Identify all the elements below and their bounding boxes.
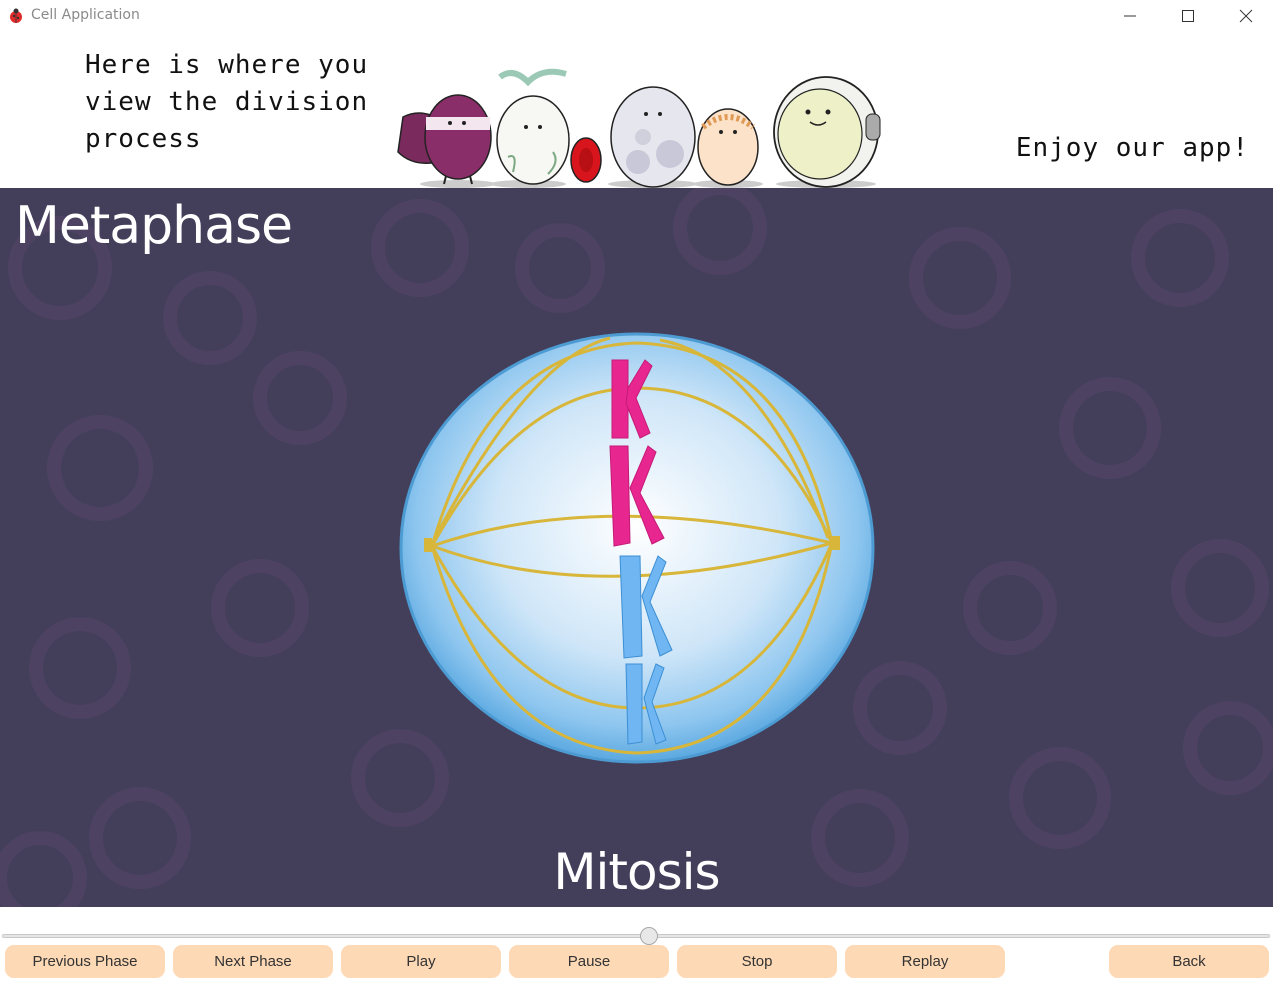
- header: Here is where you view the division proc…: [0, 32, 1273, 188]
- progress-slider[interactable]: [2, 927, 1270, 945]
- minimize-button[interactable]: [1101, 0, 1159, 32]
- enjoy-text: Enjoy our app!: [1015, 133, 1249, 163]
- pause-button[interactable]: Pause: [509, 945, 669, 978]
- stop-button[interactable]: Stop: [677, 945, 837, 978]
- next-phase-button[interactable]: Next Phase: [173, 945, 333, 978]
- centrosome-left: [424, 538, 432, 552]
- maximize-icon: [1182, 10, 1194, 22]
- close-button[interactable]: [1217, 0, 1273, 32]
- minimize-icon: [1124, 15, 1136, 17]
- cell-mascots-illustration: [397, 68, 881, 188]
- back-button[interactable]: Back: [1109, 945, 1269, 978]
- window-title: Cell Application: [31, 7, 140, 23]
- slider-thumb[interactable]: [639, 927, 658, 945]
- intro-text: Here is where you view the division proc…: [85, 50, 369, 154]
- title-bar: Cell Application: [0, 0, 1273, 32]
- process-title: Mitosis: [553, 843, 720, 901]
- phase-title: Metaphase: [15, 196, 293, 256]
- previous-phase-button[interactable]: Previous Phase: [5, 945, 165, 978]
- close-icon: [1239, 9, 1253, 23]
- replay-button[interactable]: Replay: [845, 945, 1005, 978]
- animation-viewport: Metaphase Mitosis: [0, 188, 1273, 907]
- maximize-button[interactable]: [1159, 0, 1217, 32]
- slider-track[interactable]: [2, 934, 1270, 938]
- play-button[interactable]: Play: [341, 945, 501, 978]
- ladybug-icon: [10, 8, 22, 23]
- cell-diagram: [399, 332, 875, 764]
- centrosome-right: [832, 536, 840, 550]
